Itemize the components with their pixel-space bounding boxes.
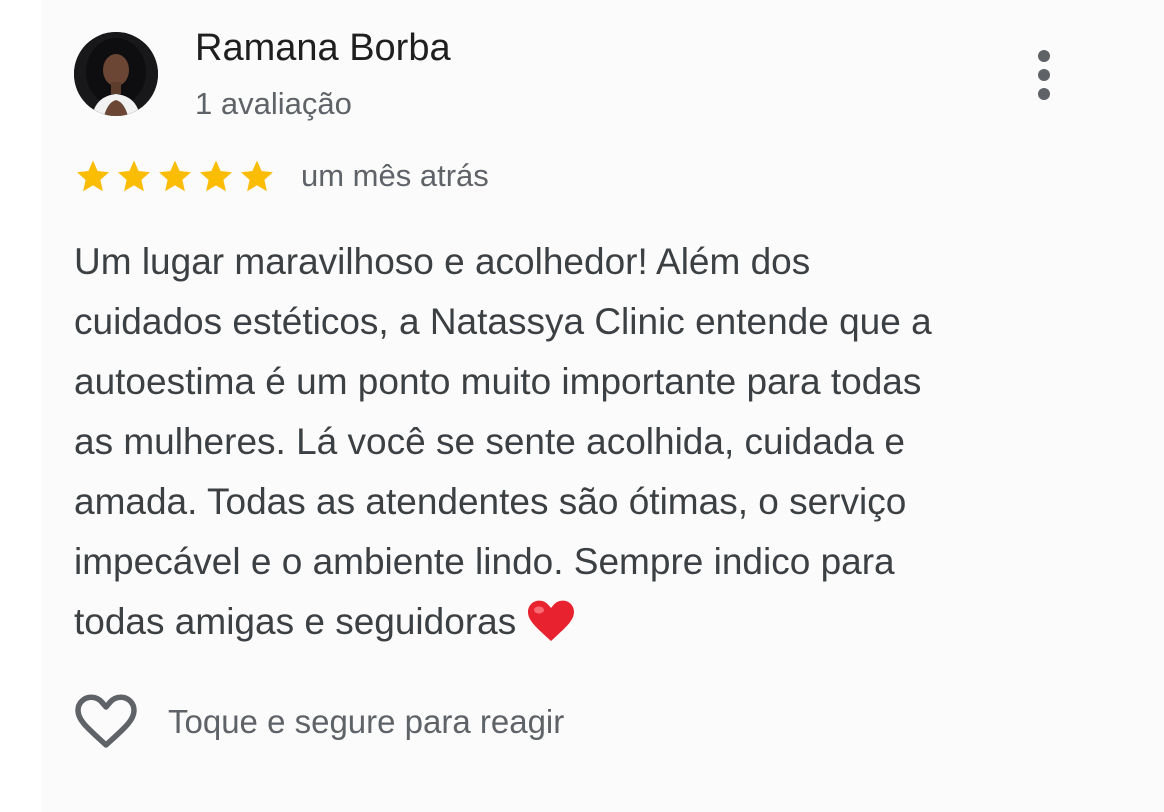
author-review-count: 1 avaliação [195,86,352,121]
react-row: Toque e segure para reagir [74,690,564,754]
review-text-content: Um lugar maravilhoso e acolhedor! Além d… [74,241,811,282]
review-text-content: as mulheres. Lá você se sente acolhida, … [74,421,905,462]
review-text-content: impecável e o ambiente lindo. Sempre ind… [74,541,895,582]
review-card: Ramana Borba 1 avaliação um mês atrás Um… [42,0,1164,812]
review-text: Um lugar maravilhoso e acolhedor! Além d… [74,232,1074,652]
review-text-line: amada. Todas as atendentes são ótimas, o… [74,472,1074,532]
star-icon [74,158,112,194]
review-text-content: todas amigas e seguidoras [74,601,517,642]
avatar[interactable] [74,32,158,116]
review-text-line: cuidados estéticos, a Natassya Clinic en… [74,292,1074,352]
review-text-line: autoestima é um ponto muito importante p… [74,352,1074,412]
more-options-button[interactable] [1030,46,1058,104]
star-icon [156,158,194,194]
review-date: um mês atrás [301,158,489,193]
star-icon [115,158,153,194]
star-rating [74,158,276,194]
react-hint-label[interactable]: Toque e segure para reagir [168,700,564,744]
review-text-line: impecável e o ambiente lindo. Sempre ind… [74,532,1074,592]
star-icon [197,158,235,194]
review-text-line: as mulheres. Lá você se sente acolhida, … [74,412,1074,472]
author-name[interactable]: Ramana Borba [195,24,451,72]
rating-row: um mês atrás [74,155,489,197]
review-text-line: todas amigas e seguidoras [74,592,1074,652]
review-text-line: Um lugar maravilhoso e acolhedor! Além d… [74,232,1074,292]
star-icon [238,158,276,194]
heart-outline-icon[interactable] [74,693,138,751]
review-text-content: cuidados estéticos, a Natassya Clinic en… [74,301,932,342]
review-text-content: autoestima é um ponto muito importante p… [74,361,922,402]
red-heart-emoji-icon [526,598,576,662]
review-text-content: amada. Todas as atendentes são ótimas, o… [74,481,907,522]
